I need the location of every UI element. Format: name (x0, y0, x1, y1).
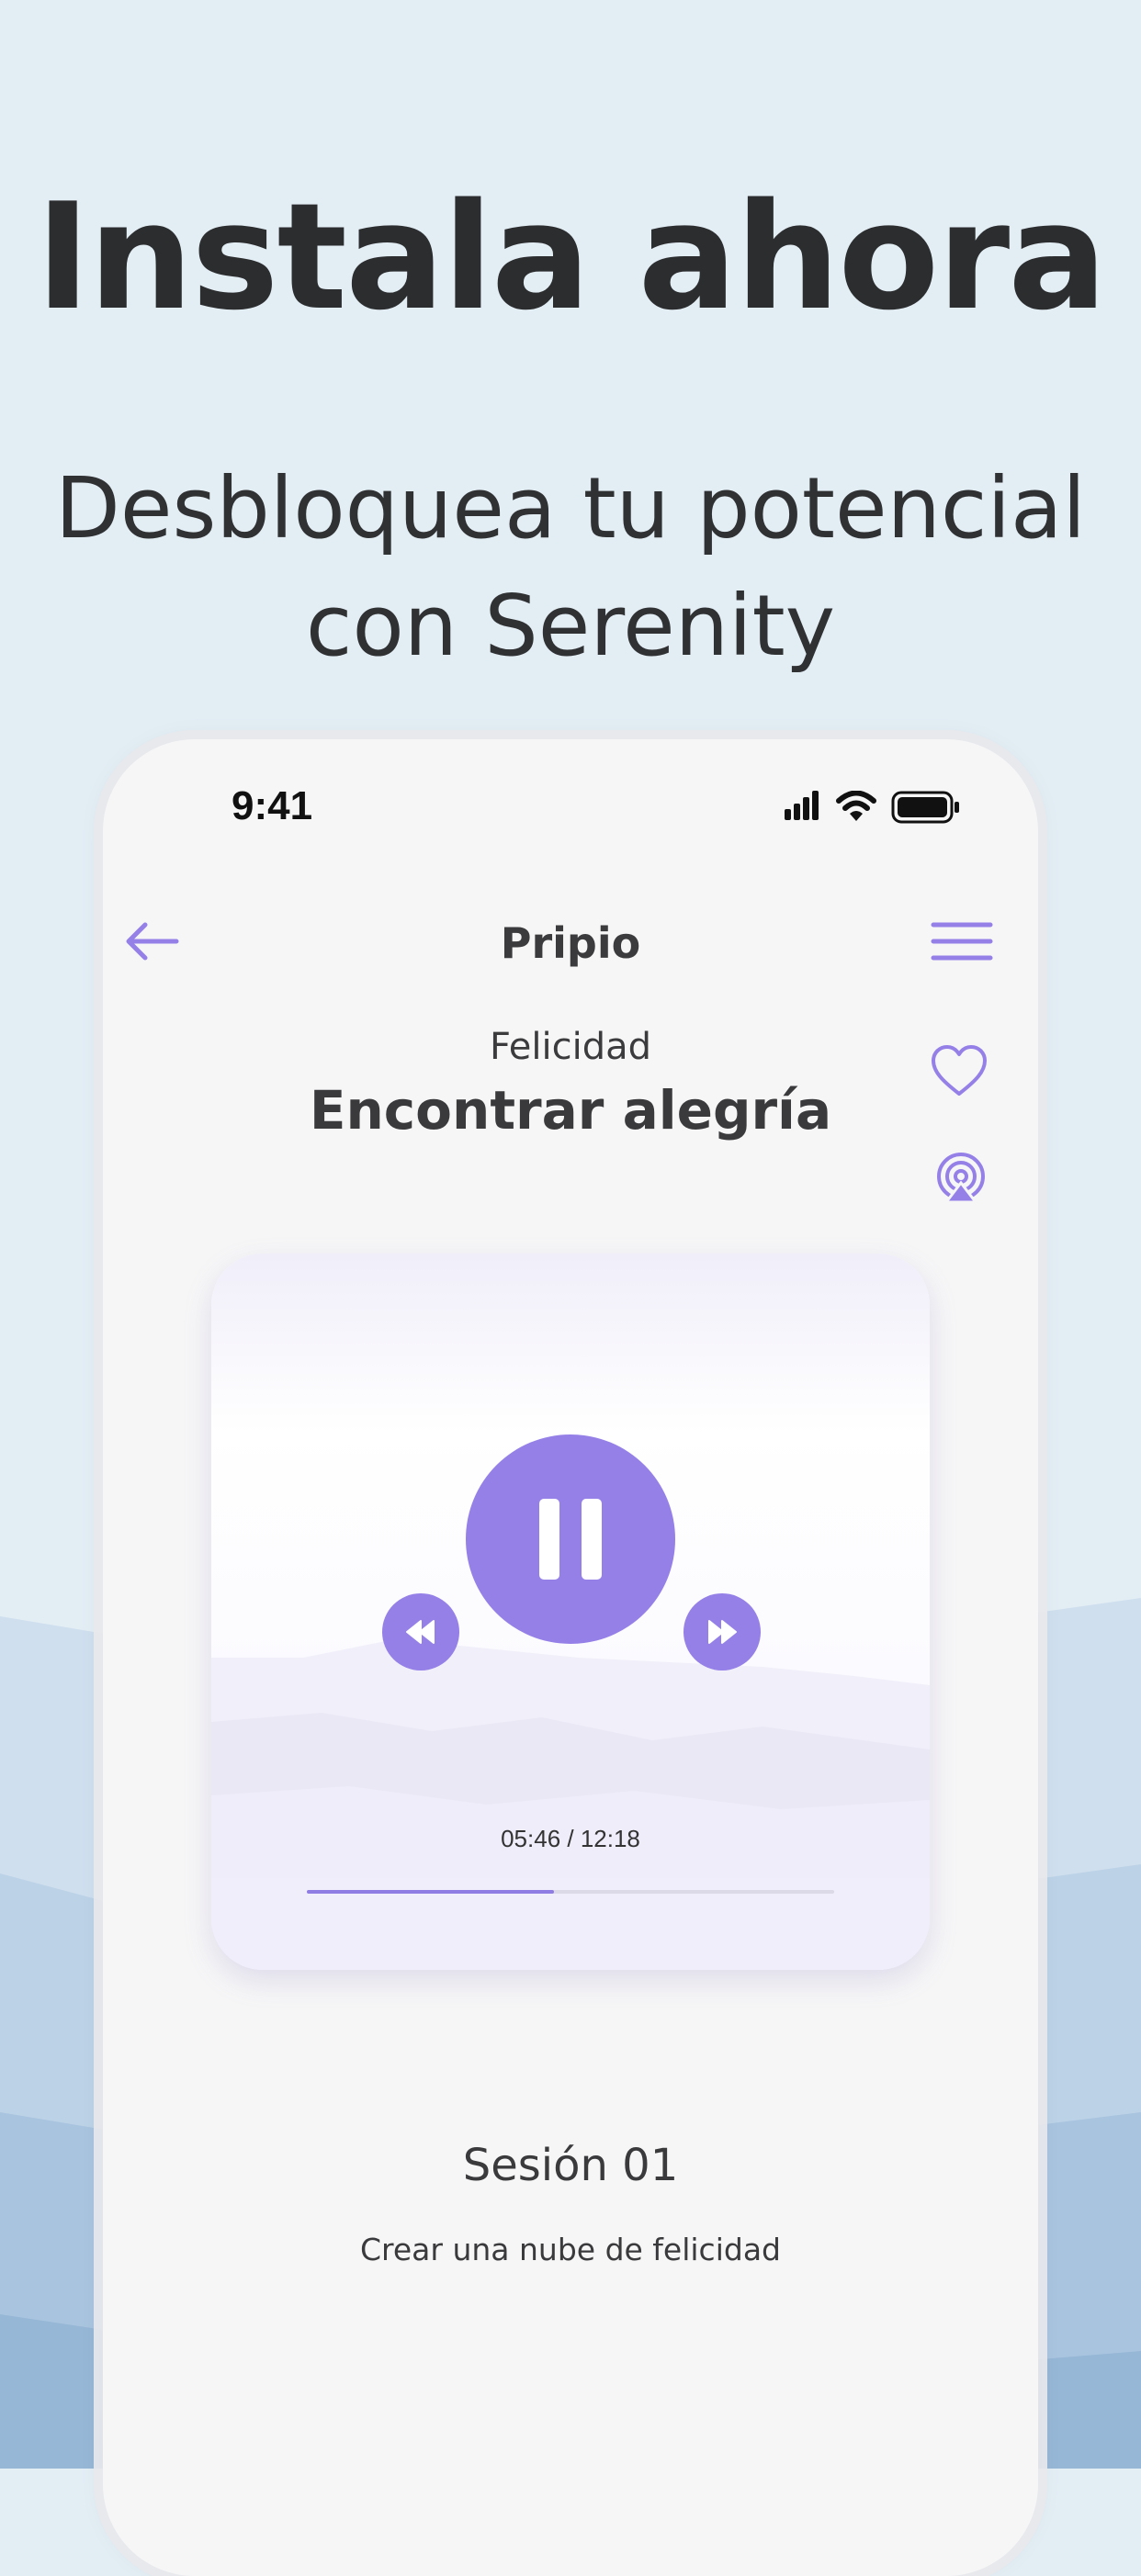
progress-bar[interactable] (307, 1890, 834, 1894)
nav-title: Pripio (500, 918, 641, 968)
cellular-signal-icon (785, 791, 821, 824)
status-icons (785, 790, 968, 827)
promo-subline: Desbloquea tu potencial con Serenity (37, 450, 1104, 685)
airplay-icon (937, 1153, 985, 1204)
rewind-icon (406, 1620, 435, 1644)
phone-mockup: 9:41 Pripio Felicidad Encontrar alegría … (103, 739, 1038, 2576)
playback-time: 05:46 / 12:18 (501, 1825, 640, 1852)
favorite-button[interactable] (930, 1042, 988, 1101)
status-time: 9:41 (232, 783, 313, 828)
menu-button[interactable] (928, 909, 996, 973)
rewind-button[interactable] (382, 1593, 459, 1670)
player-card: 05:46 / 12:18 (211, 1254, 930, 1970)
pause-button[interactable] (466, 1434, 675, 1644)
session-subtitle: Crear una nube de felicidad (359, 2232, 781, 2267)
battery-icon (891, 791, 961, 827)
promo-subline-line-2: con Serenity (305, 577, 836, 675)
wifi-icon (836, 790, 876, 826)
promo-headline: Instala ahora (35, 171, 1107, 343)
track-title: Encontrar alegría (309, 1079, 832, 1142)
airplay-button[interactable] (935, 1153, 987, 1204)
fast-forward-icon (708, 1620, 737, 1644)
session-title: Sesión 01 (462, 2140, 679, 2191)
track-category: Felicidad (489, 1026, 652, 1068)
promo-subline-line-1: Desbloquea tu potencial (55, 459, 1086, 557)
fast-forward-button[interactable] (683, 1593, 761, 1670)
progress-fill (307, 1890, 555, 1894)
heart-icon (932, 1045, 987, 1096)
hamburger-menu-icon (931, 922, 993, 961)
